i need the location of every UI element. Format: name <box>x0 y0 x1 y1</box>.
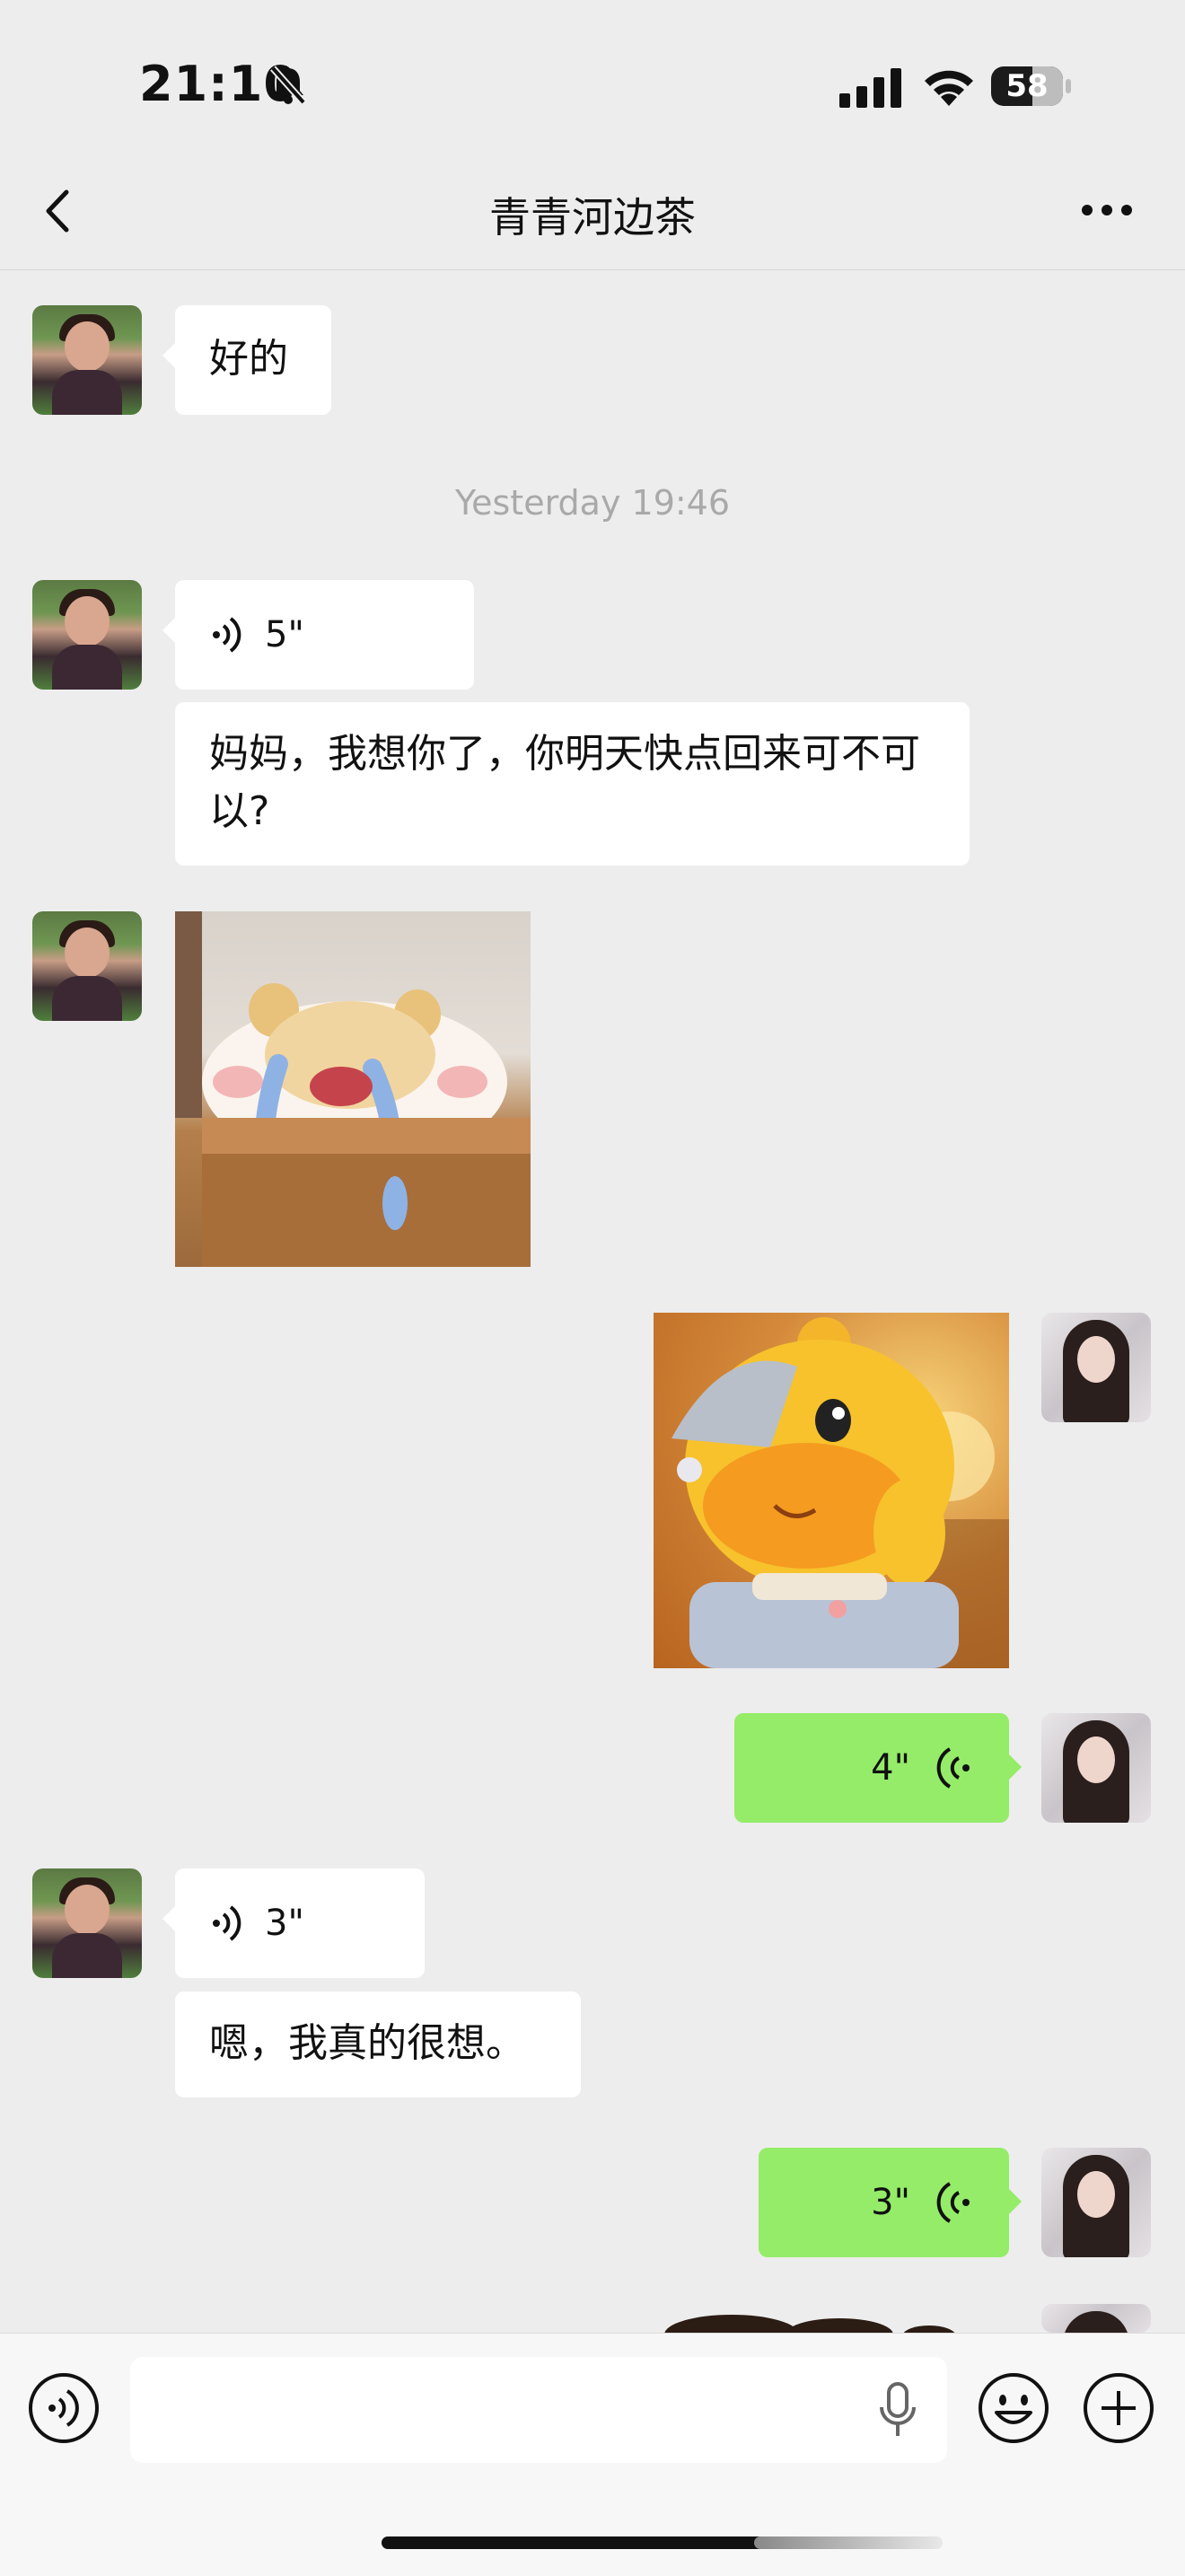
avatar-face <box>1077 1336 1115 1383</box>
voice-duration: 3" <box>265 1903 304 1944</box>
avatar-hair <box>1063 2311 1129 2333</box>
voice-wave-icon <box>213 617 241 653</box>
emoji-icon[interactable] <box>977 2371 1050 2445</box>
voice-wave-icon <box>213 1905 241 1941</box>
duck-sticker[interactable] <box>654 1313 1009 1668</box>
avatar-dress <box>52 370 122 415</box>
my-avatar[interactable] <box>1041 2304 1151 2333</box>
contact-avatar[interactable] <box>32 305 142 415</box>
voice-wave-icon <box>936 1747 970 1789</box>
avatar-face <box>65 321 110 372</box>
avatar-face <box>1077 2171 1115 2218</box>
my-avatar[interactable] <box>1041 2148 1151 2257</box>
avatar-dress <box>52 645 122 690</box>
voice-duration: 3" <box>871 2182 910 2223</box>
chat-header: 青青河边茶 <box>0 153 1185 270</box>
chat-title: 青青河边茶 <box>489 193 696 242</box>
message-text: 嗯，我真的很想。 <box>209 2020 525 2066</box>
battery-percent: 58 <box>1005 68 1049 104</box>
input-bar <box>0 2333 1185 2576</box>
my-avatar[interactable] <box>1041 1713 1151 1823</box>
timestamp: Yesterday 19:46 <box>454 483 731 523</box>
my-avatar[interactable] <box>1041 1313 1151 1422</box>
more-options-icon[interactable] <box>1080 199 1134 221</box>
battery-indicator: 58 <box>991 66 1072 106</box>
voice-message[interactable]: 5" <box>162 580 474 690</box>
message-text: 妈妈，我想你了，你明天快点回来可不可以? <box>209 731 920 834</box>
signal-icon <box>839 68 901 108</box>
voice-message[interactable]: 3" <box>759 2148 1022 2257</box>
battery-tip <box>1066 79 1071 93</box>
voice-duration: 4" <box>871 1747 910 1789</box>
voice-duration: 5" <box>265 614 304 655</box>
avatar-dress <box>52 976 122 1021</box>
partial-sticker <box>660 2299 965 2334</box>
home-indicator-fade <box>754 2536 943 2549</box>
contact-avatar[interactable] <box>32 911 142 1021</box>
message-bubble[interactable]: 妈妈，我想你了，你明天快点回来可不可以? <box>175 702 970 866</box>
duck-illustration <box>672 1317 1009 1668</box>
voice-toggle-icon[interactable] <box>27 2371 101 2445</box>
voice-message[interactable]: 3" <box>162 1868 425 1978</box>
avatar-face <box>65 928 110 978</box>
voice-message[interactable]: 4" <box>734 1713 1022 1823</box>
voice-wave-icon <box>936 2182 970 2223</box>
message-text: 好的 <box>209 336 288 382</box>
microphone-icon[interactable] <box>875 2380 920 2440</box>
avatar-face <box>1077 1736 1115 1783</box>
message-bubble[interactable]: 好的 <box>162 305 331 415</box>
message-input[interactable] <box>130 2357 947 2463</box>
message-bubble[interactable]: 嗯，我真的很想。 <box>175 1991 581 2097</box>
battery-body: 58 <box>991 66 1063 106</box>
plus-icon[interactable] <box>1082 2371 1155 2445</box>
crying-bear-sticker[interactable] <box>175 911 531 1267</box>
crying-bear-illustration <box>175 911 531 1267</box>
partial-sticker-shape <box>664 2315 956 2334</box>
contact-avatar[interactable] <box>32 580 142 690</box>
avatar-face <box>65 596 110 646</box>
wifi-icon <box>925 70 973 106</box>
home-indicator[interactable] <box>382 2536 803 2549</box>
bell-muted-icon <box>270 66 306 105</box>
contact-avatar[interactable] <box>32 1868 142 1978</box>
avatar-dress <box>52 1933 122 1978</box>
avatar-face <box>65 1885 110 1935</box>
